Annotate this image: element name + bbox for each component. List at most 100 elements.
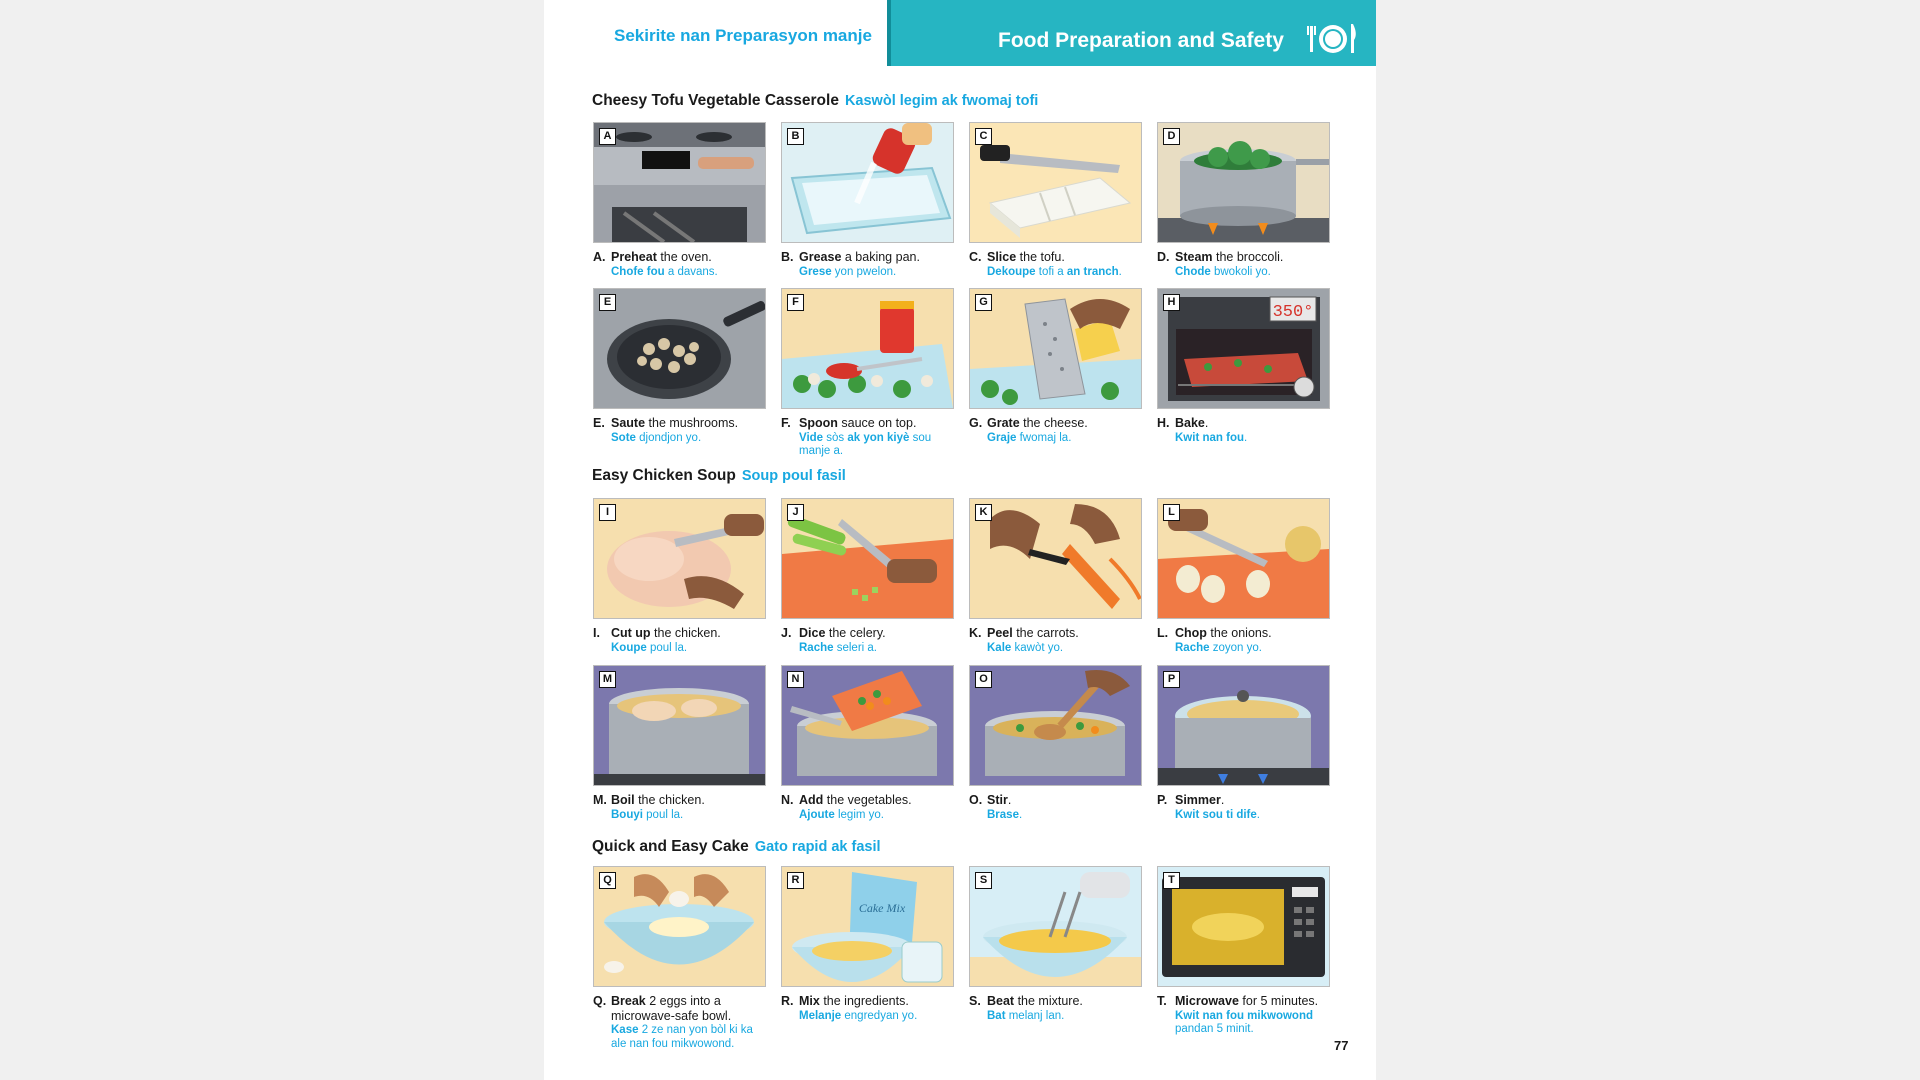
step-letter-badge: A <box>599 128 616 145</box>
cake-mix-box-label: Cake Mix <box>859 901 906 915</box>
step-card-k: K K. Peel the carrots. Kale kawòt yo. <box>969 498 1145 655</box>
section-title-casserole: Cheesy Tofu Vegetable Casserole Kaswòl le… <box>592 92 1038 110</box>
mixer-icon <box>970 867 1141 986</box>
step-verb: Beat <box>987 994 1015 1008</box>
step-letter-badge: T <box>1163 872 1180 889</box>
step-card-o: O O. Stir. Brase. <box>969 665 1145 822</box>
step-label: R. <box>781 994 794 1008</box>
cake-mix-icon: Cake Mix <box>782 867 953 986</box>
step-letter-badge: B <box>787 128 804 145</box>
step-caption: I. Cut up the chicken. Koupe poul la. <box>593 626 769 655</box>
header-right-title: Food Preparation and Safety <box>998 29 1284 52</box>
step-label: O. <box>969 793 983 807</box>
step-letter-badge: P <box>1163 671 1180 688</box>
step-translation: Kwit sou ti dife. <box>1175 808 1260 821</box>
step-verb: Spoon <box>799 416 838 430</box>
oven-temperature-display: 350° <box>1273 303 1314 322</box>
step-verb: Bake <box>1175 416 1205 430</box>
step-translation: Chode bwokoli yo. <box>1175 265 1271 278</box>
step-image: J <box>781 498 954 619</box>
step-verb: Mix <box>799 994 820 1008</box>
step-letter-badge: O <box>975 671 992 688</box>
step-image: 350° H <box>1157 288 1330 409</box>
step-translation: Kwit nan fou. <box>1175 431 1248 444</box>
step-image: T <box>1157 866 1330 987</box>
step-caption: P. Simmer. Kwit sou ti dife. <box>1157 793 1333 822</box>
step-image: F <box>781 288 954 409</box>
section-title-ht: Gato rapid ak fasil <box>754 839 881 855</box>
step-card-m: M M. Boil the chicken. Bouyi poul la. <box>593 665 769 822</box>
step-card-p: P P. Simmer. Kwit sou ti dife. <box>1157 665 1333 822</box>
step-verb: Grease <box>799 250 842 264</box>
step-translation: Graje fwomaj la. <box>987 431 1072 444</box>
step-rest: the chicken. <box>650 626 721 640</box>
dictionary-page: Sekirite nan Preparasyon manje Food Prep… <box>544 0 1376 1080</box>
celery-icon <box>782 499 953 618</box>
step-rest: the vegetables. <box>823 793 912 807</box>
step-card-c: C C. Slice the tofu. Dekoupe tofi a an t… <box>969 122 1145 279</box>
step-rest: the onions. <box>1206 626 1272 640</box>
step-rest: the oven. <box>656 250 712 264</box>
step-translation: Kase 2 ze nan yon bòl ki ka ale nan fou … <box>611 1024 753 1050</box>
step-letter-badge: F <box>787 294 804 311</box>
step-label: C. <box>969 250 982 264</box>
step-verb: Cut up <box>611 626 651 640</box>
step-image: B <box>781 122 954 243</box>
step-letter-badge: K <box>975 504 992 521</box>
step-label: G. <box>969 416 983 430</box>
step-rest: the tofu. <box>1016 250 1065 264</box>
step-image: M <box>593 665 766 786</box>
step-label: A. <box>593 250 606 264</box>
section-title-ht: Kaswòl legim ak fwomaj tofi <box>844 93 1039 109</box>
step-verb: Microwave <box>1175 994 1239 1008</box>
step-verb: Peel <box>987 626 1013 640</box>
step-translation: Vide sòs ak yon kiyè sou manje a. <box>799 431 932 458</box>
step-label: D. <box>1157 250 1170 264</box>
section-title-chicken-soup: Easy Chicken Soup Soup poul fasil <box>592 467 846 485</box>
step-caption: A. Preheat the oven. Chofe fou a davans. <box>593 250 769 279</box>
step-rest: . <box>1007 793 1012 807</box>
step-letter-badge: N <box>787 671 804 688</box>
step-letter-badge: M <box>599 671 616 688</box>
step-image: Q <box>593 866 766 987</box>
step-caption: R. Mix the ingredients. Melanje engredya… <box>781 994 957 1023</box>
step-letter-badge: S <box>975 872 992 889</box>
chicken-icon <box>594 499 765 618</box>
step-translation: Rache zoyon yo. <box>1175 641 1262 654</box>
step-image: O <box>969 665 1142 786</box>
step-label: N. <box>781 793 794 807</box>
step-letter-badge: C <box>975 128 992 145</box>
step-card-n: N N. Add the vegetables. Ajoute legim yo… <box>781 665 957 822</box>
step-image: K <box>969 498 1142 619</box>
step-caption: B. Grease a baking pan. Grese yon pwelon… <box>781 250 957 279</box>
step-image: Cake Mix R <box>781 866 954 987</box>
step-card-j: J J. Dice the celery. Rache seleri a. <box>781 498 957 655</box>
step-translation: Grese yon pwelon. <box>799 265 897 278</box>
step-label: S. <box>969 994 981 1008</box>
baking-pan-icon <box>782 123 953 242</box>
step-translation: Rache seleri a. <box>799 641 877 654</box>
step-verb: Stir <box>987 793 1008 807</box>
step-verb: Break <box>611 994 646 1008</box>
step-rest: the mushrooms. <box>645 416 739 430</box>
step-letter-badge: Q <box>599 872 616 889</box>
step-caption: T. Microwave for 5 minutes. Kwit nan fou… <box>1157 994 1333 1037</box>
step-rest: for 5 minutes. <box>1238 994 1319 1008</box>
step-translation: Melanje engredyan yo. <box>799 1009 918 1022</box>
step-rest: the carrots. <box>1012 626 1079 640</box>
step-caption: G. Grate the cheese. Graje fwomaj la. <box>969 416 1145 445</box>
step-label: F. <box>781 416 791 430</box>
step-translation: Bat melanj lan. <box>987 1009 1065 1022</box>
step-caption: E. Saute the mushrooms. Sote djondjon yo… <box>593 416 769 445</box>
step-card-r: Cake Mix R R. Mix the ingredients. Melan… <box>781 866 957 1023</box>
step-translation: Ajoute legim yo. <box>799 808 884 821</box>
step-rest: the cheese. <box>1019 416 1088 430</box>
step-caption: O. Stir. Brase. <box>969 793 1145 822</box>
step-image: P <box>1157 665 1330 786</box>
step-caption: H. Bake. Kwit nan fou. <box>1157 416 1333 445</box>
step-card-f: F F. Spoon sauce on top. Vide sòs ak yon… <box>781 288 957 459</box>
step-card-q: Q Q. Break 2 eggs into a microwave-safe … <box>593 866 769 1051</box>
step-caption: F. Spoon sauce on top. Vide sòs ak yon k… <box>781 416 957 459</box>
cutting-board-pot-icon <box>782 666 953 785</box>
step-image: A <box>593 122 766 243</box>
